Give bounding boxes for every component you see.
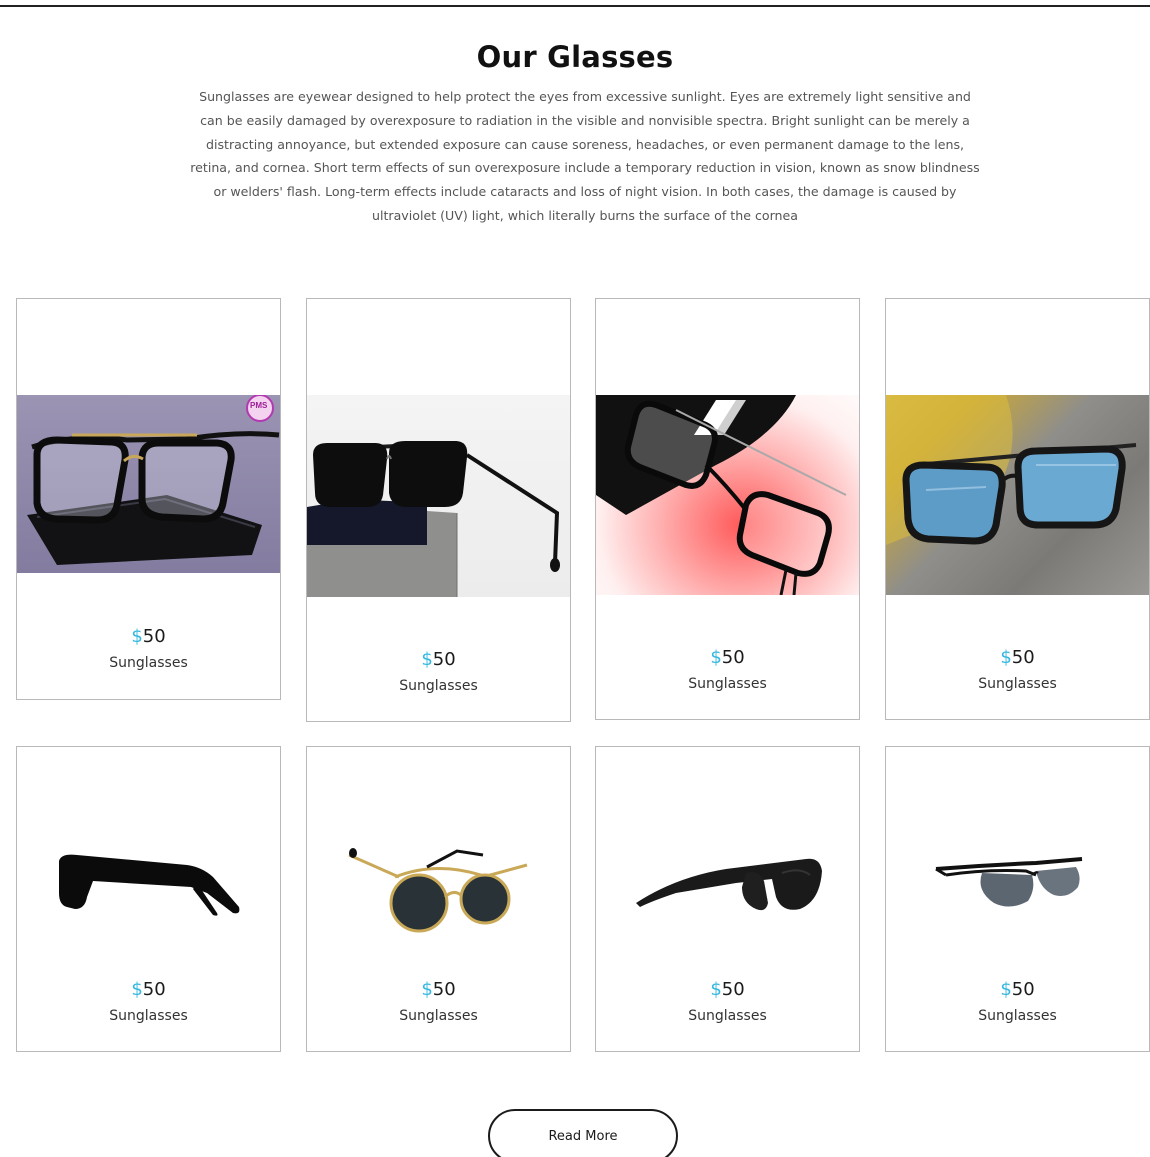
product-price: $50 xyxy=(1000,979,1035,1000)
product-image-black-frame-glasses[interactable] xyxy=(596,395,859,595)
product-name: Sunglasses xyxy=(978,1008,1057,1024)
product-image-rimless-sunglasses[interactable] xyxy=(886,845,1149,935)
product-image-sport-sunglasses[interactable] xyxy=(596,843,859,933)
section-description: Sunglasses are eyewear designed to help … xyxy=(190,89,980,223)
product-image-blue-lens-sunglasses[interactable] xyxy=(886,395,1149,595)
product-name: Sunglasses xyxy=(109,655,188,671)
product-price: $50 xyxy=(710,647,745,668)
product-price: $50 xyxy=(421,979,456,1000)
product-name: Sunglasses xyxy=(978,676,1057,692)
section-title: Our Glasses xyxy=(476,40,674,74)
product-name: Sunglasses xyxy=(109,1008,188,1024)
product-price: $50 xyxy=(131,979,166,1000)
product-card-4[interactable]: $50 Sunglasses xyxy=(885,298,1150,720)
product-image-square-sunglasses[interactable] xyxy=(307,395,570,597)
product-card-1[interactable]: PMS $50 Sunglasses xyxy=(16,298,281,700)
product-card-5[interactable]: $50 Sunglasses xyxy=(16,746,281,1052)
product-price: $50 xyxy=(421,649,456,670)
product-price: $50 xyxy=(710,979,745,1000)
product-card-8[interactable]: $50 Sunglasses xyxy=(885,746,1150,1052)
product-name: Sunglasses xyxy=(688,1008,767,1024)
product-image-aviator-glasses[interactable]: PMS xyxy=(17,395,280,573)
product-card-3[interactable]: $50 Sunglasses xyxy=(595,298,860,720)
product-name: Sunglasses xyxy=(688,676,767,692)
product-name: Sunglasses xyxy=(399,1008,478,1024)
product-price: $50 xyxy=(1000,647,1035,668)
product-card-2[interactable]: $50 Sunglasses xyxy=(306,298,571,722)
product-card-7[interactable]: $50 Sunglasses xyxy=(595,746,860,1052)
product-name: Sunglasses xyxy=(399,678,478,694)
pms-badge: PMS xyxy=(250,401,268,410)
product-price: $50 xyxy=(131,626,166,647)
product-image-side-view-sunglasses[interactable] xyxy=(17,837,280,927)
product-card-6[interactable]: $50 Sunglasses xyxy=(306,746,571,1052)
read-more-button[interactable]: Read More xyxy=(488,1109,678,1157)
top-divider xyxy=(0,5,1150,7)
product-image-round-sunglasses[interactable] xyxy=(307,835,570,945)
